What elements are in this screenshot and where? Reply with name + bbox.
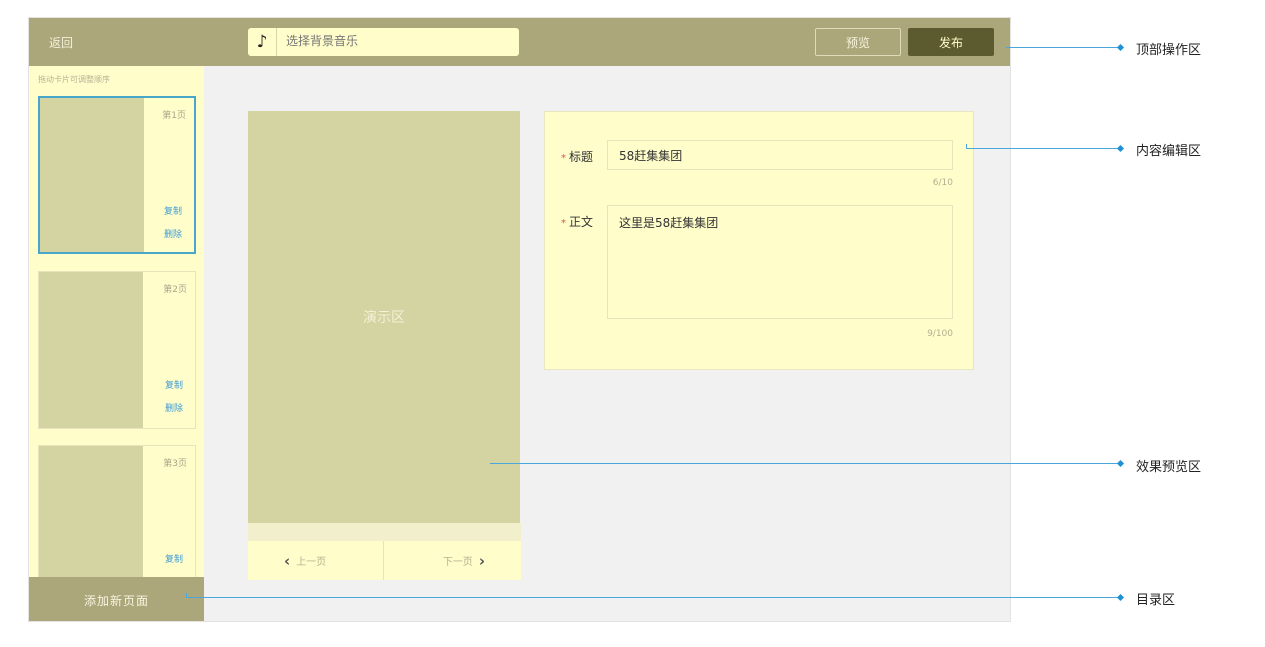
preview-button[interactable]: 预览 [815, 28, 901, 56]
page-card-thumbnail [40, 98, 144, 252]
pager-strip [248, 523, 521, 541]
body-char-counter: 9/100 [927, 329, 953, 339]
add-page-button[interactable]: 添加新页面 [29, 577, 204, 621]
page-card-1[interactable]: 第1页 复制 删除 [38, 96, 196, 254]
annotation-dot-catalog [1116, 593, 1125, 602]
page-number: 第3页 [163, 459, 187, 469]
required-mark: * [561, 218, 566, 229]
annotation-line-top [1006, 47, 1120, 48]
back-button[interactable]: 返回 [49, 34, 73, 51]
annotation-line-preview [490, 463, 1120, 464]
page-card-2[interactable]: 第2页 复制 删除 [38, 271, 196, 429]
copy-page-button[interactable]: 复制 [165, 378, 183, 391]
delete-page-button[interactable]: 删除 [165, 401, 183, 414]
annotation-preview-area: 效果预览区 [1136, 460, 1202, 475]
chevron-left-icon: ‹ [284, 551, 291, 570]
copy-page-button[interactable]: 复制 [165, 552, 183, 565]
delete-page-button[interactable]: 删除 [164, 227, 182, 240]
sidebar-hint: 拖动卡片可调整顺序 [38, 75, 110, 84]
annotation-dot-top [1116, 43, 1125, 52]
title-field-label: * 标题 [561, 148, 593, 165]
next-page-button[interactable]: 下一页 › [384, 541, 521, 580]
copy-page-button[interactable]: 复制 [164, 204, 182, 217]
annotation-line-catalog [186, 597, 1120, 598]
editor-app: 返回 ♪ 预览 发布 拖动卡片可调整顺序 第1页 复制 删除 第2页 复制 删除… [28, 17, 1011, 622]
prev-page-label: 上一页 [296, 557, 327, 568]
annotation-catalog-area: 目录区 [1136, 593, 1176, 608]
annotation-top-area: 顶部操作区 [1136, 43, 1202, 58]
body-textarea[interactable]: 这里是58赶集集团 [607, 205, 953, 319]
body-field-label: * 正文 [561, 213, 593, 230]
title-char-counter: 6/10 [932, 178, 953, 188]
stage-label: 演示区 [363, 310, 405, 326]
annotation-dot-content [1116, 144, 1125, 153]
title-input[interactable] [607, 140, 953, 170]
page-catalog-sidebar: 拖动卡片可调整顺序 第1页 复制 删除 第2页 复制 删除 第3页 复制 添加新… [29, 66, 204, 621]
next-page-label: 下一页 [442, 557, 473, 568]
publish-button[interactable]: 发布 [908, 28, 994, 56]
stage-pager: ‹ 上一页 下一页 › [248, 523, 521, 580]
annotation-line-content [966, 148, 1120, 149]
chevron-right-icon: › [478, 551, 485, 570]
top-toolbar: 返回 ♪ 预览 发布 [29, 18, 1010, 66]
required-mark: * [561, 153, 566, 164]
prev-page-button[interactable]: ‹ 上一页 [248, 541, 384, 580]
title-label-text: 标题 [569, 150, 594, 164]
annotation-dot-preview [1116, 459, 1125, 468]
music-note-icon: ♪ [248, 28, 277, 56]
page-number: 第2页 [163, 285, 187, 295]
music-selector[interactable]: ♪ [248, 28, 519, 56]
music-input[interactable] [286, 34, 506, 48]
page-number: 第1页 [162, 111, 186, 121]
preview-stage: 演示区 [248, 111, 520, 523]
content-editor: *标题 6/10 *正文 这里是58赶集集团 9/100 [544, 111, 974, 370]
body-label-text: 正文 [569, 215, 594, 229]
page-card-thumbnail [39, 272, 143, 428]
annotation-content-area: 内容编辑区 [1136, 144, 1202, 159]
